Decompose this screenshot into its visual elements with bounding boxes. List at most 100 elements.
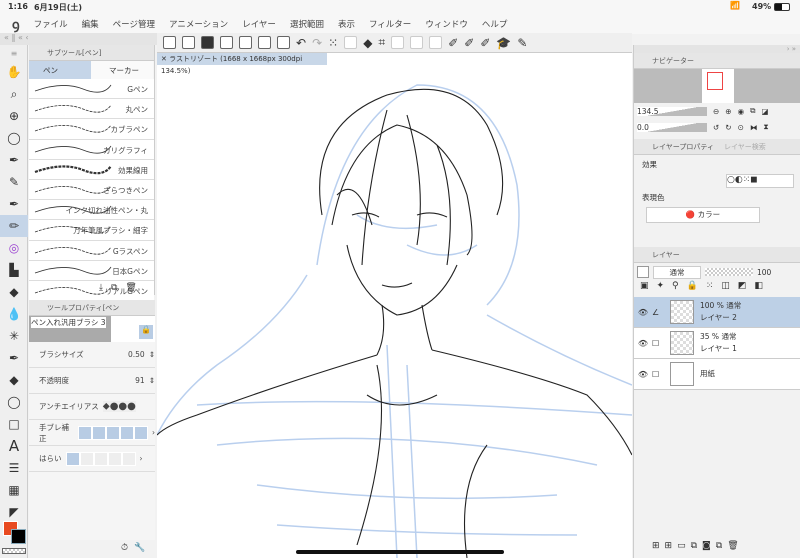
slider-segment[interactable] xyxy=(78,425,92,440)
layer-tab[interactable]: レイヤー xyxy=(634,247,800,263)
zoom-tool-icon[interactable]: ⌕ xyxy=(0,83,28,105)
opacity-value[interactable]: 91 xyxy=(135,376,145,385)
fit-icon[interactable]: ◉ xyxy=(738,107,745,116)
actual-size-icon[interactable]: ⧉ xyxy=(750,106,755,116)
snap-grid-icon[interactable]: ✐ xyxy=(480,36,490,50)
crop-icon[interactable] xyxy=(391,36,405,49)
layer-duplicate-icon[interactable]: ⧉ xyxy=(716,541,727,551)
slider-segment[interactable] xyxy=(65,451,80,466)
hand-tool-icon[interactable]: ✋ xyxy=(0,61,28,83)
layer-delete-icon[interactable]: 🗑 xyxy=(727,541,743,551)
opacity-stepper[interactable]: ⇕ xyxy=(149,376,155,385)
opacity-slider[interactable] xyxy=(705,268,753,276)
ruler-tool-icon[interactable]: ◤ xyxy=(0,501,28,523)
slider-segment[interactable] xyxy=(120,425,134,440)
menu-page[interactable]: ページ管理 xyxy=(113,18,155,30)
fill-tool-icon[interactable]: ◆ xyxy=(0,369,28,391)
layer-row[interactable]: 👁 ☐ 35 % 通常 レイヤー 1 xyxy=(634,328,800,359)
merge-down-icon[interactable]: ⧉ xyxy=(691,541,702,551)
slider-segment[interactable] xyxy=(121,451,136,466)
brush-item[interactable]: カリグラフィ xyxy=(29,139,154,160)
spiral-brush-icon[interactable]: ◎ xyxy=(0,237,28,259)
new-raster-layer-icon[interactable]: ⊞ xyxy=(652,541,665,551)
export-jpg-icon[interactable] xyxy=(239,36,252,49)
brush-item[interactable]: Gラスペン xyxy=(29,240,154,261)
new-file-icon[interactable] xyxy=(182,36,195,49)
slider-segment[interactable] xyxy=(134,425,148,440)
eye-icon[interactable]: 👁 xyxy=(634,370,652,379)
slider-segment[interactable] xyxy=(92,425,106,440)
layer-tools[interactable]: ▣✦⚲🔒⁙◫◩◧ xyxy=(634,281,800,297)
zoom-out-icon[interactable]: ⊖ xyxy=(713,107,719,116)
redo-icon[interactable]: ↷ xyxy=(312,36,322,50)
lasso-tool-icon[interactable]: ◯ xyxy=(0,127,28,149)
panel-collapse-bar[interactable]: « ‖ « ‹ xyxy=(0,33,157,45)
brush-item[interactable]: インク切れ油性ペン・丸 xyxy=(29,200,154,221)
menu-edit[interactable]: 編集 xyxy=(82,18,99,30)
settings-wrench-icon[interactable]: 🔧 xyxy=(134,543,151,553)
menu-help[interactable]: ヘルプ xyxy=(482,18,508,30)
navigator-tab[interactable]: ナビゲーター xyxy=(634,53,800,69)
brush-item[interactable]: 日本Gペン xyxy=(29,260,154,281)
flip-vertical-icon[interactable]: ⧗ xyxy=(763,122,768,132)
edit-pen-icon[interactable]: ∠ xyxy=(652,308,666,317)
menu-selection[interactable]: 選択範囲 xyxy=(290,18,324,30)
learn-icon[interactable]: 🎓 xyxy=(496,36,511,50)
vector-pen-icon[interactable]: ✒ xyxy=(0,347,28,369)
effect-buttons[interactable]: ○◐⁙◼ xyxy=(726,174,794,188)
import-icon[interactable]: ⤓ xyxy=(99,283,111,293)
duplicate-icon[interactable]: ⧉ xyxy=(111,283,125,293)
brush-item[interactable]: ざらつきペン xyxy=(29,179,154,201)
frame-tool-icon[interactable]: ☰ xyxy=(0,457,28,479)
app-logo-icon[interactable]: ꝯ xyxy=(12,15,20,33)
clear-selection-icon[interactable] xyxy=(344,36,358,49)
balloon-tool-icon[interactable]: ◯ xyxy=(0,391,28,413)
pencil-tool-icon[interactable]: ✏ xyxy=(0,215,28,237)
selection-pen-icon[interactable]: ✒ xyxy=(0,149,28,171)
antialias-options[interactable]: ⬥●●● xyxy=(102,401,136,412)
eyedropper-icon[interactable]: ✎ xyxy=(0,171,28,193)
selection-layer-icon[interactable] xyxy=(429,36,443,49)
flip-horizontal-icon[interactable]: ⧓ xyxy=(750,123,758,132)
zoom-in-icon[interactable]: ⊕ xyxy=(725,107,731,116)
deselect-icon[interactable]: ⁙ xyxy=(328,36,338,50)
menu-window[interactable]: ウィンドウ xyxy=(425,18,468,30)
magic-wand-icon[interactable]: ✳ xyxy=(0,325,28,347)
fill-icon[interactable]: ◆ xyxy=(363,36,372,50)
brush-item[interactable]: 効果線用 xyxy=(29,159,154,180)
layer-row[interactable]: 👁 ∠ 100 % 通常 レイヤー 2 xyxy=(634,297,800,328)
layer-row[interactable]: 👁 ☐ 用紙 xyxy=(634,359,800,390)
rectangle-tool-icon[interactable]: □ xyxy=(0,413,28,435)
eraser-icon[interactable]: ◆ xyxy=(0,281,28,303)
history-icon[interactable]: ⏱ xyxy=(121,543,134,553)
menu-file[interactable]: ファイル xyxy=(34,18,68,30)
edit-toolbar-icon[interactable]: ✎ xyxy=(517,36,527,50)
reset-rotation-icon[interactable]: ⊙ xyxy=(738,123,744,132)
right-collapse-bar[interactable]: › » xyxy=(634,45,800,53)
brush-item[interactable]: 丸ペン xyxy=(29,99,154,120)
layer-checkbox[interactable]: ☐ xyxy=(652,370,666,379)
menu-animation[interactable]: アニメーション xyxy=(169,18,228,30)
taper-slider[interactable] xyxy=(65,451,136,466)
clip-studio-icon[interactable] xyxy=(163,36,176,49)
export-png-icon[interactable] xyxy=(258,36,271,49)
palette-color-select[interactable] xyxy=(637,266,649,278)
canvas-tab[interactable]: ✕ ラストリゾート (1668 x 1668px 300dpi 134.5%) xyxy=(157,53,327,75)
undo-icon[interactable]: ↶ xyxy=(296,36,306,50)
transform-icon[interactable]: ⌗ xyxy=(378,35,385,50)
fit-window-icon[interactable]: ◪ xyxy=(762,107,769,116)
rotate-left-icon[interactable]: ↺ xyxy=(713,123,719,132)
stabilization-slider[interactable] xyxy=(78,425,148,440)
gradient-tool-icon[interactable]: ▦ xyxy=(0,479,28,501)
slider-segment[interactable] xyxy=(93,451,108,466)
zoom-slider[interactable]: 134.5 xyxy=(637,106,707,116)
brush-size-stepper[interactable]: ⇕ xyxy=(149,350,155,359)
palette-menu-icon[interactable]: ≡ xyxy=(0,45,28,61)
eye-icon[interactable]: 👁 xyxy=(634,308,652,317)
new-folder-icon[interactable]: ▭ xyxy=(677,541,691,551)
navigator-preview[interactable] xyxy=(634,69,800,103)
transparent-color-swatch[interactable] xyxy=(2,548,26,554)
canvas-area[interactable]: ✕ ラストリゾート (1668 x 1668px 300dpi 134.5%) xyxy=(157,53,632,558)
layer-search-tab[interactable]: レイヤー検索 xyxy=(724,142,766,152)
menu-layer[interactable]: レイヤー xyxy=(242,18,276,30)
